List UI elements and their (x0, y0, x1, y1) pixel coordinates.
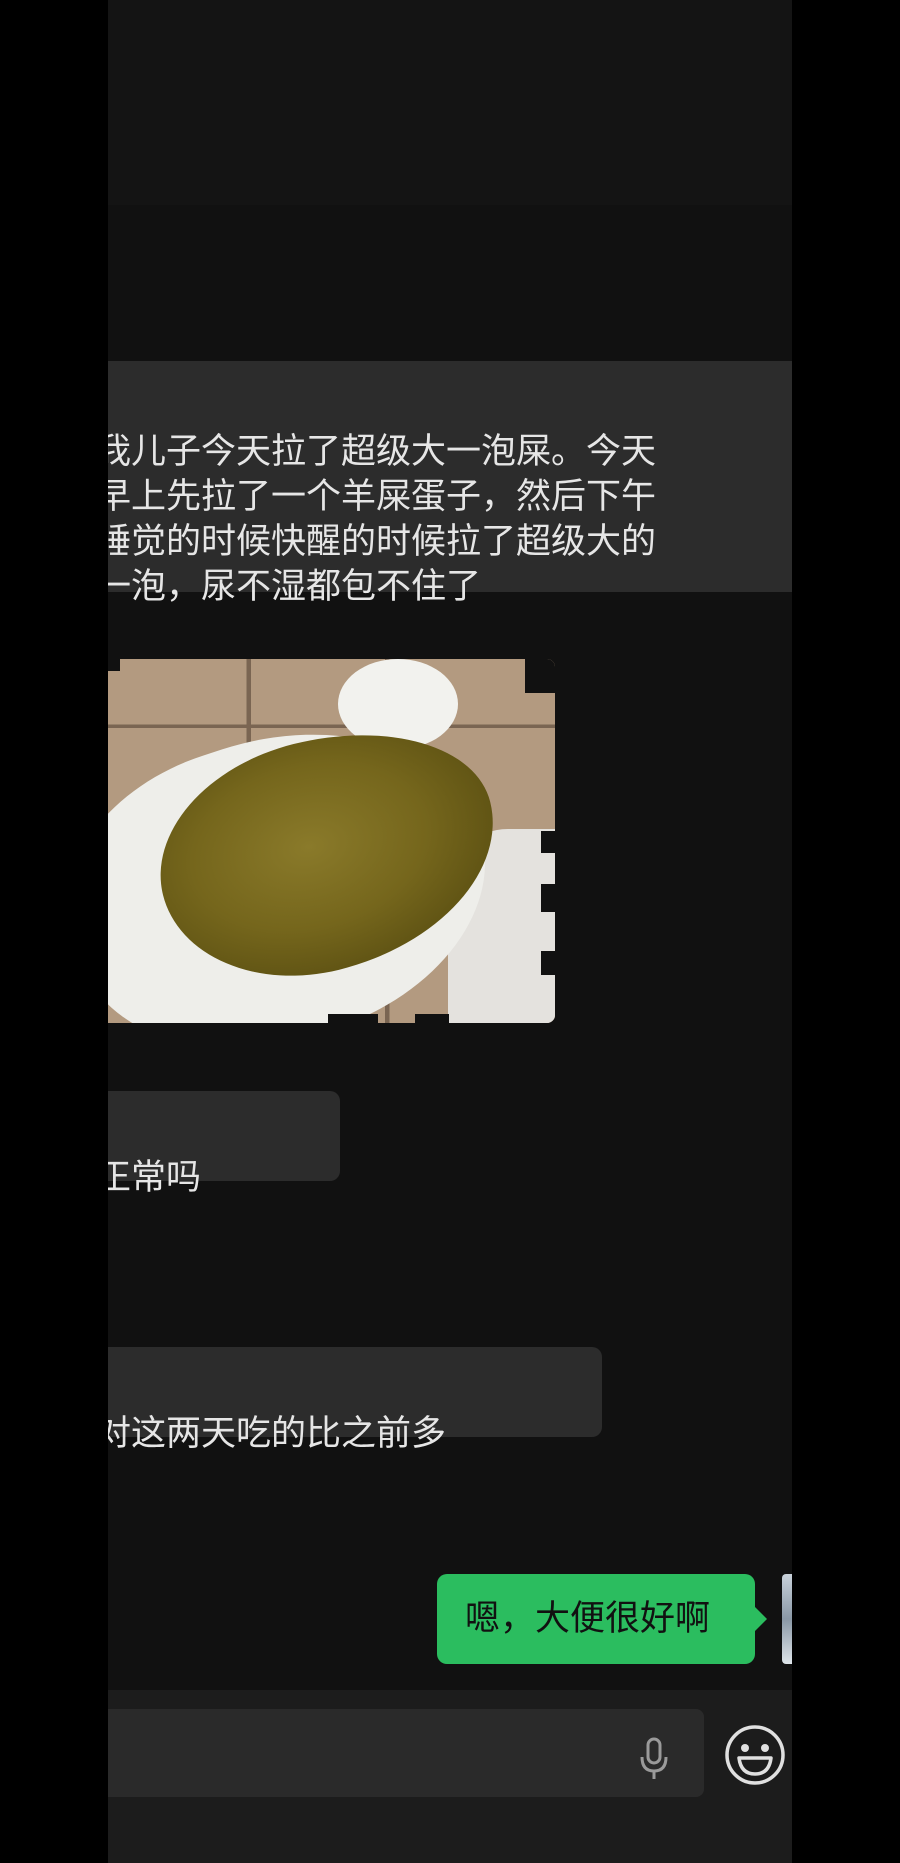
message-text: 对这两天吃的比之前多 (108, 1414, 447, 1454)
redaction-block (541, 831, 555, 853)
redaction-block (328, 1014, 378, 1023)
incoming-message[interactable]: 我儿子今天拉了超级大一泡屎。今天 早上先拉了一个羊屎蛋子，然后下午 睡觉的时候快… (108, 361, 792, 607)
redaction-block (108, 659, 120, 671)
redaction-block (415, 1014, 449, 1023)
message-text: 嗯，大便很好啊 (465, 1599, 711, 1639)
emoji-icon[interactable] (724, 1724, 786, 1786)
message-text: 正常吗 (108, 1158, 202, 1198)
avatar[interactable] (782, 1574, 792, 1664)
incoming-message[interactable]: 正常吗 (108, 1091, 340, 1198)
outgoing-message[interactable]: 嗯，大便很好啊 (437, 1574, 767, 1664)
chat-screen: 我儿子今天拉了超级大一泡屎。今天 早上先拉了一个羊屎蛋子，然后下午 睡觉的时候快… (108, 0, 792, 1863)
redaction-block (525, 659, 555, 693)
incoming-message[interactable]: 对这两天吃的比之前多 (108, 1347, 602, 1454)
microphone-icon[interactable] (638, 1737, 670, 1781)
redaction-block (541, 951, 555, 975)
message-input[interactable] (108, 1709, 704, 1797)
message-text: 我儿子今天拉了超级大一泡屎。今天 早上先拉了一个羊屎蛋子，然后下午 睡觉的时候快… (108, 432, 657, 607)
input-bar (108, 1690, 792, 1863)
header-area (108, 0, 792, 205)
redaction-block (541, 884, 555, 912)
image-message[interactable] (108, 659, 555, 1023)
